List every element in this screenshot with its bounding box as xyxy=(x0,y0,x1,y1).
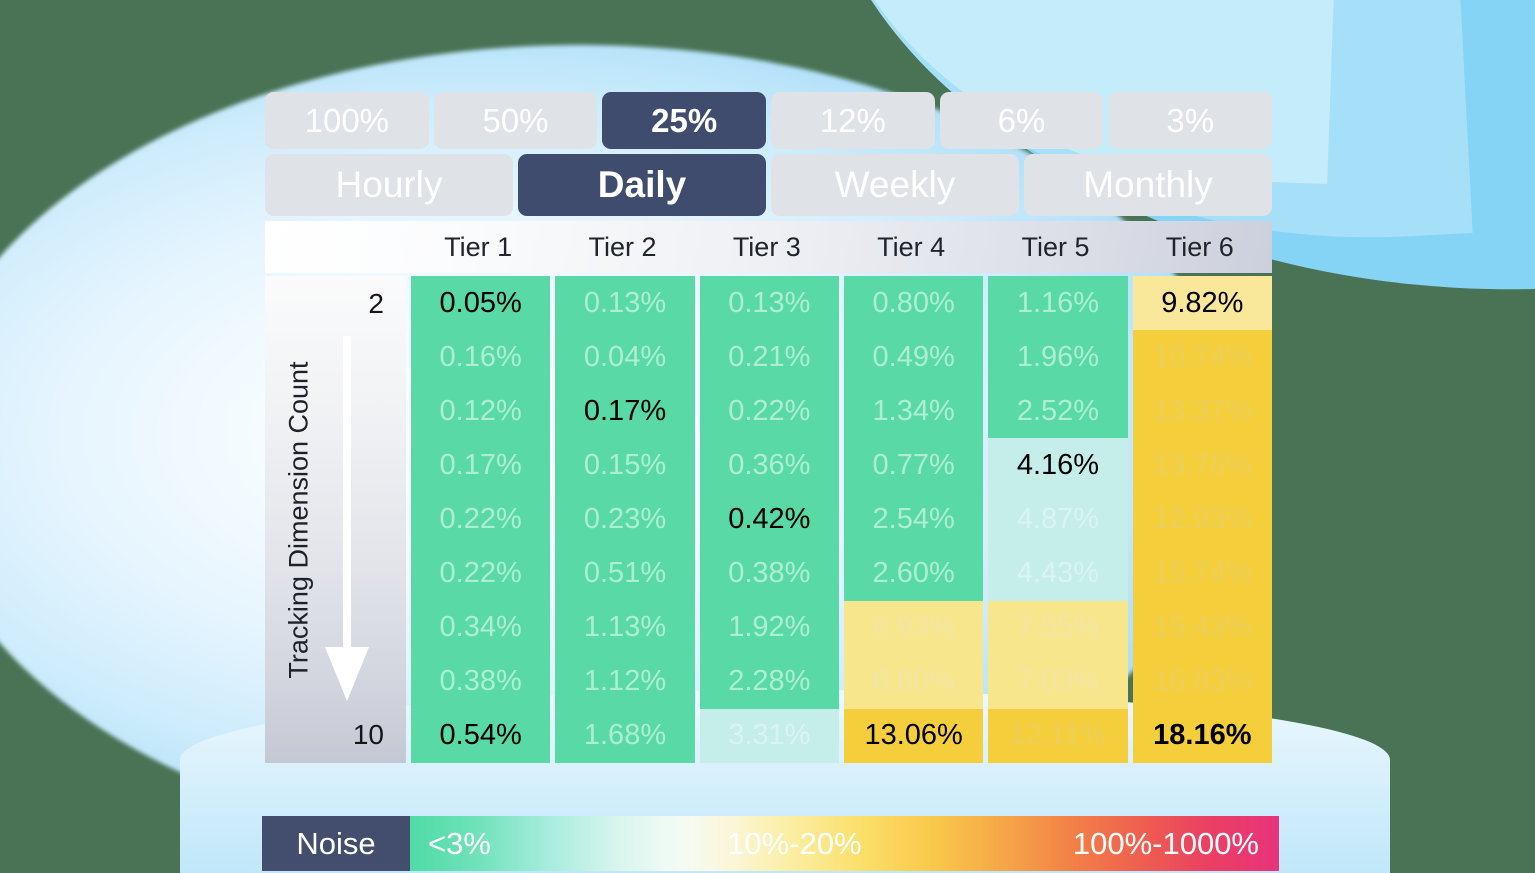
heatmap-cell[interactable]: 15.43% xyxy=(1132,600,1272,655)
granularity-tab-hourly[interactable]: Hourly xyxy=(265,154,513,216)
axis-top-value: 2 xyxy=(368,288,384,319)
heatmap-cell[interactable]: 0.36% xyxy=(699,438,839,493)
heatmap-cell[interactable]: 1.13% xyxy=(555,600,695,655)
heatmap-grid: 2 10 Tracking Dimension Count 0.05% 0.16%… xyxy=(265,276,1272,763)
tier-column-2: 0.13% 0.04% 0.17% 0.15% 0.23% 0.51% 1.13% 1.12%… xyxy=(555,276,695,763)
heatmap-cell[interactable]: 4.87% xyxy=(988,492,1128,547)
heatmap-cell[interactable]: 12.11% xyxy=(988,708,1128,763)
heatmap-panel: 100% 50% 25% 12% 6% 3% Hourly Daily Weekly Month… xyxy=(265,92,1273,763)
granularity-tab-daily[interactable]: Daily xyxy=(518,154,766,216)
heatmap-cell[interactable]: 0.12% xyxy=(411,384,551,439)
granularity-tab-weekly[interactable]: Weekly xyxy=(771,154,1019,216)
heatmap-cell[interactable]: 0.17% xyxy=(555,384,695,439)
heatmap-cell[interactable]: 13.37% xyxy=(1132,384,1272,439)
heatmap-cell[interactable]: 7.03% xyxy=(988,654,1128,709)
sampling-tab-50[interactable]: 50% xyxy=(433,92,598,149)
heatmap-cell[interactable]: 18.16% xyxy=(1132,708,1272,763)
arrow-down-icon xyxy=(325,336,369,701)
heatmap-cell[interactable]: 0.05% xyxy=(411,276,551,331)
tier-header-tier3: Tier 3 xyxy=(732,231,801,262)
legend-mid-label: 10%-20% xyxy=(727,825,862,861)
time-granularity-tabs: Hourly Daily Weekly Monthly xyxy=(265,154,1272,216)
tier-column-4: 0.80% 0.49% 1.34% 0.77% 2.54% 2.60% 6.93% 6.80%… xyxy=(843,276,984,763)
heatmap-cell[interactable]: 3.31% xyxy=(699,708,839,763)
granularity-tab-monthly[interactable]: Monthly xyxy=(1024,154,1272,216)
color-legend: Noise <3% 10%-20% 100%-1000% xyxy=(262,816,1279,871)
heatmap-cell[interactable]: 1.12% xyxy=(555,654,695,709)
heatmap-cell[interactable]: 0.15% xyxy=(555,438,695,493)
heatmap-cell[interactable]: 0.13% xyxy=(555,276,695,331)
heatmap-cell[interactable]: 0.49% xyxy=(843,330,984,385)
y-axis-label: Tracking Dimension Count xyxy=(283,360,314,679)
heatmap-cell[interactable]: 0.77% xyxy=(843,438,984,493)
heatmap-cell[interactable]: 0.54% xyxy=(411,708,551,763)
heatmap-cell[interactable]: 0.22% xyxy=(699,384,839,439)
heatmap-cell[interactable]: 7.55% xyxy=(988,600,1128,655)
tier-header-tier2: Tier 2 xyxy=(588,231,657,262)
sampling-tab-100[interactable]: 100% xyxy=(265,92,429,149)
tier-header-tier5: Tier 5 xyxy=(1021,231,1090,262)
heatmap-cell[interactable]: 6.80% xyxy=(843,654,984,709)
heatmap-cell[interactable]: 4.43% xyxy=(988,546,1128,601)
heatmap-cell[interactable]: 15.74% xyxy=(1132,546,1272,601)
heatmap-cell[interactable]: 0.42% xyxy=(699,492,839,547)
heatmap-cell[interactable]: 1.34% xyxy=(843,384,984,439)
tier-column-1: 0.05% 0.16% 0.12% 0.17% 0.22% 0.22% 0.34% 0.38%… xyxy=(411,276,551,763)
legend-noise-swatch: Noise xyxy=(262,816,410,871)
legend-gradient-scale: <3% 10%-20% 100%-1000% xyxy=(410,816,1279,871)
heatmap-cell[interactable]: 2.60% xyxy=(843,546,984,601)
tier-header-tier6: Tier 6 xyxy=(1165,231,1234,262)
tier-column-6: 9.82% 10.74% 13.37% 13.78% 12.93% 15.74% 15.43… xyxy=(1132,276,1272,763)
heatmap-cell[interactable]: 10.74% xyxy=(1132,330,1272,385)
sampling-tab-12[interactable]: 12% xyxy=(771,92,935,149)
tier-header-tier1: Tier 1 xyxy=(444,231,513,262)
heatmap-cell[interactable]: 13.78% xyxy=(1132,438,1272,493)
heatmap-cell[interactable]: 4.16% xyxy=(988,438,1128,493)
heatmap-cell[interactable]: 0.22% xyxy=(411,492,551,547)
arrow-shaft xyxy=(343,336,351,649)
heatmap-cell[interactable]: 1.96% xyxy=(988,330,1128,385)
heatmap-cell[interactable]: 0.38% xyxy=(699,546,839,601)
y-axis-column: 2 10 Tracking Dimension Count xyxy=(265,276,406,763)
sampling-tab-25[interactable]: 25% xyxy=(602,92,767,149)
tier-column-3: 0.13% 0.21% 0.22% 0.36% 0.42% 0.38% 1.92% 2.28%… xyxy=(699,276,839,763)
heatmap-cell[interactable]: 0.80% xyxy=(843,276,984,331)
heatmap-cell[interactable]: 2.28% xyxy=(699,654,839,709)
heatmap-cell[interactable]: 9.82% xyxy=(1132,276,1272,331)
heatmap-cell[interactable]: 0.51% xyxy=(555,546,695,601)
heatmap-cell[interactable]: 0.17% xyxy=(411,438,551,493)
heatmap-cell[interactable]: 16.83% xyxy=(1132,654,1272,709)
heatmap-cell[interactable]: 2.52% xyxy=(988,384,1128,439)
arrow-head xyxy=(325,647,369,701)
tier-header-tier4: Tier 4 xyxy=(877,231,946,262)
heatmap-cell[interactable]: 0.13% xyxy=(699,276,839,331)
heatmap-cell[interactable]: 0.34% xyxy=(411,600,551,655)
heatmap-cell[interactable]: 1.68% xyxy=(555,708,695,763)
heatmap-cell[interactable]: 0.21% xyxy=(699,330,839,385)
tier-column-5: 1.16% 1.96% 2.52% 4.16% 4.87% 4.43% 7.55% 7.03%… xyxy=(988,276,1128,763)
heatmap-cell[interactable]: 0.22% xyxy=(411,546,551,601)
sampling-tab-6[interactable]: 6% xyxy=(939,92,1104,149)
heatmap-cell[interactable]: 0.23% xyxy=(555,492,695,547)
sampling-tab-3[interactable]: 3% xyxy=(1108,92,1273,149)
tier-header-row: Tier 1 Tier 2 Tier 3 Tier 4 Tier 5 Tier 6 xyxy=(265,221,1272,273)
axis-bottom-value: 10 xyxy=(352,719,384,750)
heatmap-cell[interactable]: 12.93% xyxy=(1132,492,1272,547)
legend-high-label: 100%-1000% xyxy=(1072,825,1259,861)
heatmap-cell[interactable]: 0.16% xyxy=(411,330,551,385)
heatmap-cell[interactable]: 0.04% xyxy=(555,330,695,385)
heatmap-cell[interactable]: 1.92% xyxy=(699,600,839,655)
heatmap-cell[interactable]: 6.93% xyxy=(843,600,984,655)
heatmap-cell[interactable]: 13.06% xyxy=(843,708,984,763)
heatmap-cell[interactable]: 0.38% xyxy=(411,654,551,709)
heatmap-cell[interactable]: 2.54% xyxy=(843,492,984,547)
heatmap-cell[interactable]: 1.16% xyxy=(988,276,1128,331)
sampling-rate-tabs: 100% 50% 25% 12% 6% 3% xyxy=(265,92,1273,149)
legend-low-label: <3% xyxy=(428,825,491,861)
